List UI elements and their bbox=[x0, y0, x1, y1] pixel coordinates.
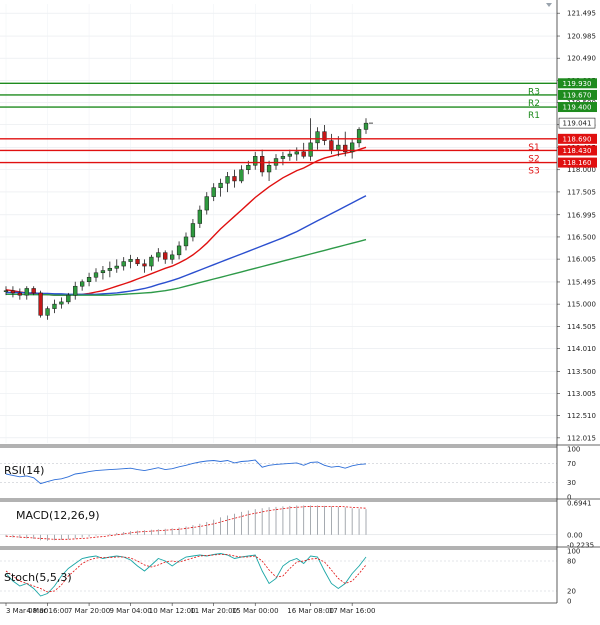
price-tick-label: 112.015 bbox=[567, 434, 596, 442]
level-price-label: 119.400 bbox=[563, 104, 592, 112]
price-tick-label: 114.010 bbox=[567, 345, 596, 353]
stoch-tick-label: 20 bbox=[567, 588, 576, 596]
macd-label: MACD(12,26,9) bbox=[16, 509, 100, 522]
candle-body bbox=[211, 187, 216, 197]
current-price-tag: 119.041 bbox=[558, 117, 596, 129]
time-tick-label: 16 Mar 08:00 bbox=[287, 607, 334, 615]
candle-body bbox=[45, 308, 50, 316]
candle-body bbox=[100, 270, 106, 274]
candle-body bbox=[356, 129, 362, 144]
macd-tick-label: 0.00 bbox=[567, 531, 583, 539]
candle-body bbox=[93, 272, 99, 278]
candle-body bbox=[197, 209, 202, 224]
candle-body bbox=[135, 259, 140, 265]
candle-body bbox=[142, 263, 147, 267]
candle-body bbox=[176, 245, 182, 256]
candle-body bbox=[24, 288, 29, 296]
candle-body bbox=[156, 252, 161, 258]
candle-body bbox=[38, 292, 43, 316]
candle-body bbox=[246, 165, 251, 170]
macd-tick-label: 0.6941 bbox=[567, 500, 592, 508]
candle-body bbox=[80, 281, 85, 287]
time-tick-label: 11 Mar 20:00 bbox=[190, 607, 237, 615]
price-tick-label: 117.505 bbox=[567, 188, 596, 196]
price-tick-label: 116.500 bbox=[567, 233, 596, 241]
level-name-r1: R1 bbox=[528, 111, 540, 121]
price-tick-label: 113.005 bbox=[567, 390, 596, 398]
candle-body bbox=[183, 236, 189, 247]
time-tick-label: 17 Mar 16:00 bbox=[329, 607, 376, 615]
time-tick-label: 9 Mar 04:00 bbox=[109, 607, 151, 615]
candle-body bbox=[52, 303, 57, 309]
time-tick-label: 7 Mar 20:00 bbox=[68, 607, 110, 615]
rsi-label: RSI(14) bbox=[4, 464, 44, 477]
level-name-s3: S3 bbox=[528, 167, 539, 177]
stoch-tick-label: 0 bbox=[567, 598, 571, 606]
candle-body bbox=[329, 140, 334, 150]
candle-body bbox=[225, 176, 230, 184]
chart-window: R3R2R1S1S2S3 121.495120.985120.490119.99… bbox=[0, 0, 600, 621]
candle bbox=[38, 290, 43, 318]
level-price-label: 119.670 bbox=[563, 91, 592, 99]
time-tick-label: 15 Mar 00:00 bbox=[232, 607, 279, 615]
candle-body bbox=[260, 156, 265, 173]
price-tick-label: 115.000 bbox=[567, 301, 596, 309]
time-tick-label: 4 Mar 16:00 bbox=[26, 607, 68, 615]
price-tick-label: 113.500 bbox=[567, 368, 596, 376]
candle-body bbox=[266, 165, 272, 173]
stoch-label: Stoch(5,5,3) bbox=[4, 571, 72, 584]
candle-body bbox=[31, 288, 36, 294]
candle-body bbox=[149, 256, 154, 267]
candle-body bbox=[363, 122, 369, 130]
level-name-s1: S1 bbox=[528, 143, 539, 153]
price-tick-label: 115.495 bbox=[567, 278, 596, 286]
candle-body bbox=[73, 285, 78, 296]
level-name-r3: R3 bbox=[528, 87, 540, 97]
rsi-tick-label: 100 bbox=[567, 446, 580, 454]
level-price-label: 118.690 bbox=[563, 135, 592, 143]
time-tick-label: 10 Mar 12:00 bbox=[149, 607, 196, 615]
candle-body bbox=[121, 261, 126, 267]
candle-body bbox=[17, 292, 23, 296]
candle-body bbox=[315, 131, 320, 144]
candle-body bbox=[3, 290, 9, 292]
candle-body bbox=[190, 223, 196, 238]
candle-body bbox=[280, 156, 286, 159]
stoch-tick-label: 100 bbox=[567, 548, 580, 556]
stoch-tick-label: 80 bbox=[567, 558, 576, 566]
candle-body bbox=[287, 153, 293, 157]
price-tick-label: 114.505 bbox=[567, 323, 596, 331]
price-tick-label: 116.005 bbox=[567, 256, 596, 264]
level-price-label: 118.160 bbox=[563, 159, 592, 167]
candle-body bbox=[336, 144, 341, 150]
chart-svg: R3R2R1S1S2S3 121.495120.985120.490119.99… bbox=[0, 0, 600, 621]
candle-body bbox=[239, 169, 244, 182]
level-price-label: 119.930 bbox=[563, 80, 592, 88]
candle-body bbox=[232, 176, 237, 182]
current-price-label: 119.041 bbox=[563, 120, 592, 128]
candle-body bbox=[59, 301, 64, 305]
candle-body bbox=[294, 151, 299, 155]
rsi-tick-label: 70 bbox=[567, 460, 576, 468]
candle-body bbox=[163, 252, 168, 260]
candle-body bbox=[114, 265, 119, 269]
price-tick-label: 120.490 bbox=[567, 55, 596, 63]
candle-body bbox=[10, 290, 16, 294]
candle-body bbox=[170, 254, 175, 260]
candle-body bbox=[253, 156, 258, 166]
candle-body bbox=[301, 151, 306, 157]
price-tick-label: 120.985 bbox=[567, 33, 596, 41]
candle-body bbox=[218, 182, 223, 188]
price-tick-label: 112.510 bbox=[567, 412, 596, 420]
candle-body bbox=[107, 268, 112, 271]
candle-body bbox=[86, 277, 92, 282]
price-tick-label: 116.995 bbox=[567, 211, 596, 219]
candle-body bbox=[204, 196, 209, 211]
candle-body bbox=[128, 259, 133, 262]
rsi-tick-label: 30 bbox=[567, 479, 576, 487]
candle-body bbox=[308, 142, 313, 157]
candle-body bbox=[66, 294, 71, 303]
level-price-label: 118.430 bbox=[563, 147, 592, 155]
price-tick-label: 121.495 bbox=[567, 10, 596, 18]
